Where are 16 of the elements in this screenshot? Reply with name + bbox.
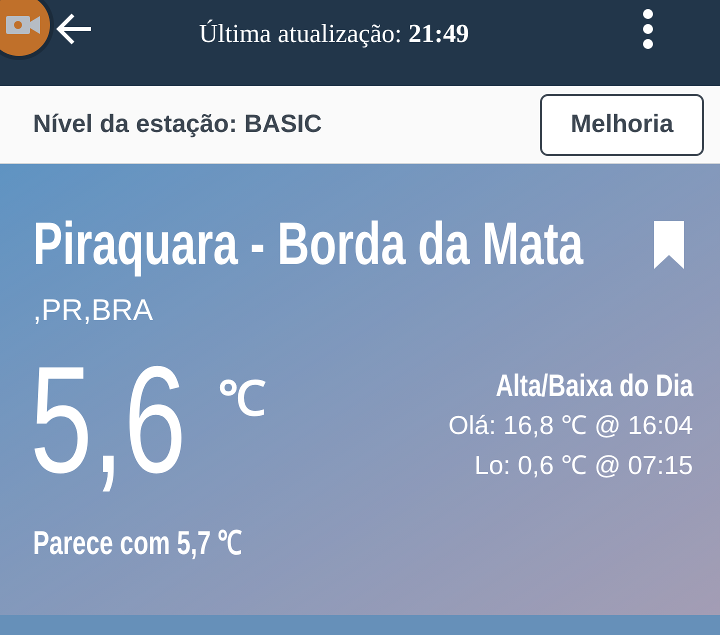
- feels-like-text: Parece com 5,7 ℃: [33, 526, 242, 559]
- high-low-line: Lo: 0,6 ℃ @ 07:15: [474, 449, 693, 482]
- location-name: Piraquara - Borda da Mata: [33, 214, 584, 274]
- bookmark-icon[interactable]: [654, 221, 684, 269]
- station-level-text: Nível da estação: BASIC: [33, 108, 322, 140]
- video-camera-icon: [6, 14, 42, 36]
- last-update-text: Última atualização: 21:49: [199, 18, 470, 50]
- camera-button[interactable]: [0, 0, 50, 56]
- high-low-line: Olá: 16,8 ℃ @ 16:04: [448, 409, 693, 442]
- back-arrow-icon[interactable]: [55, 12, 93, 46]
- temperature-unit: ℃: [218, 376, 266, 424]
- more-options-icon[interactable]: [640, 8, 656, 50]
- high-low-title: Alta/Baixa do Dia: [495, 370, 693, 401]
- temperature-value: 5,6: [30, 344, 186, 496]
- upgrade-button[interactable]: Melhoria: [540, 94, 704, 156]
- region-text: ,PR,BRA: [33, 296, 154, 326]
